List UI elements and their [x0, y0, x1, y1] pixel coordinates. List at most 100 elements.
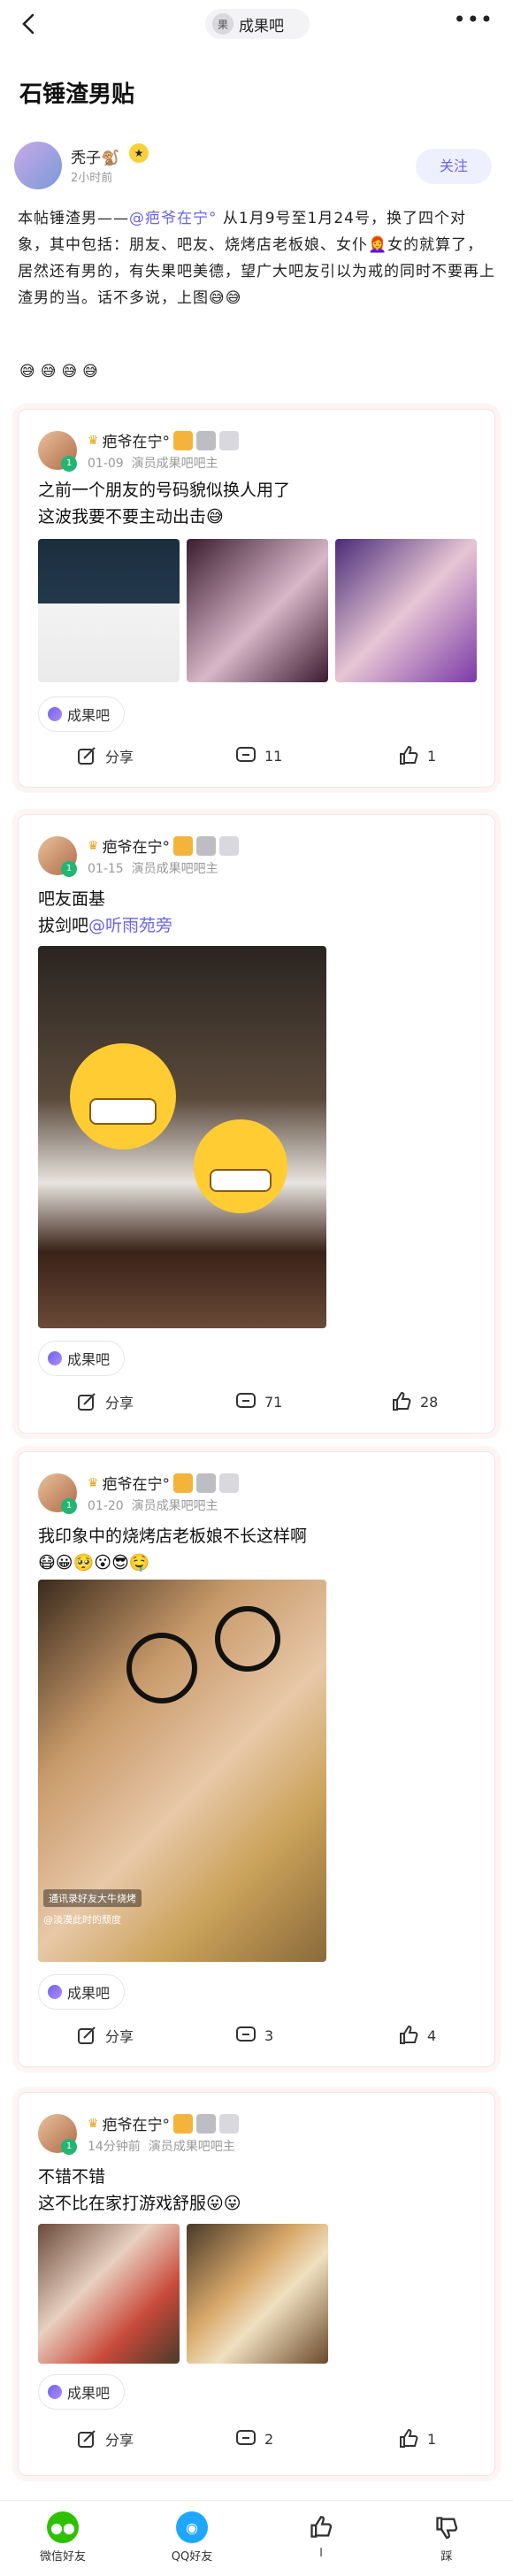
forum-tag-label: 成果吧	[67, 707, 111, 724]
glasses-shape	[126, 1633, 197, 1703]
grin-emoji-icon	[194, 1119, 287, 1213]
reply-date: 01-15	[88, 862, 124, 876]
share-label: 分享	[105, 1395, 134, 1411]
reply-text: 拔剑吧	[38, 916, 89, 935]
post-emoji-row: 😅😅😅😅	[19, 363, 103, 381]
dislike-button[interactable]: 踩	[398, 2501, 495, 2576]
like-button[interactable]: 1	[397, 744, 436, 767]
reply-image[interactable]: 通讯录好友大牛烧烤 @淡漠此时的颓度	[38, 1580, 326, 1962]
reply-mention[interactable]: @听雨苑旁	[88, 916, 172, 935]
reply-date: 14分钟前	[88, 2140, 141, 2154]
comment-icon	[234, 2024, 257, 2047]
reply-meta: 14分钟前 演员成果吧吧主	[88, 2137, 235, 2155]
comment-button[interactable]: 71	[234, 1390, 282, 1413]
reply-text-line: 不错不错	[38, 2167, 106, 2187]
post-body: 本帖锤渣男——@疤爷在宁° 从1月9号至1月24号，换了四个对象，其中包括：朋友…	[18, 205, 495, 311]
comment-icon	[234, 1390, 257, 1413]
reply-author-name[interactable]: 疤爷在宁°	[103, 834, 171, 857]
reply-author-name[interactable]: 疤爷在宁°	[103, 2112, 171, 2134]
comment-count: 11	[264, 747, 283, 765]
reply-image[interactable]	[187, 2224, 328, 2364]
reply-text: 我印象中的烧烤店老板娘不长这样啊 😷😀🥺😮😎🤤	[38, 1523, 307, 1576]
reply-image[interactable]	[187, 539, 328, 682]
badge-icon	[196, 430, 217, 450]
back-arrow-icon[interactable]	[16, 11, 42, 37]
bottom-like-button[interactable]: l	[272, 2501, 370, 2576]
reply-avatar[interactable]: 1	[38, 836, 77, 877]
like-button[interactable]: 4	[397, 2024, 436, 2047]
reply-meta: 01-09 演员成果吧吧主	[88, 454, 218, 472]
forum-avatar-icon: 果	[212, 13, 234, 35]
reply-date: 01-09	[88, 457, 124, 471]
share-qq-label: QQ好友	[171, 2550, 213, 2564]
reply-role: 演员成果吧吧主	[148, 2140, 235, 2154]
reply-name-row: ♛ 疤爷在宁°	[88, 2112, 240, 2134]
like-count: 4	[427, 2026, 437, 2044]
share-qq-button[interactable]: ◉ QQ好友	[143, 2501, 241, 2576]
forum-tag[interactable]: 成果吧	[38, 1974, 126, 2010]
more-options-icon[interactable]: •••	[454, 7, 494, 32]
comment-button[interactable]: 2	[234, 2427, 273, 2450]
reply-actions: 分享 2 1	[19, 2427, 496, 2463]
share-button[interactable]: 分享	[75, 2427, 134, 2450]
level-badge-icon: 1	[61, 861, 77, 877]
reply-avatar[interactable]: 1	[38, 1473, 77, 1514]
reply-role: 演员成果吧吧主	[131, 1499, 218, 1513]
share-button[interactable]: 分享	[75, 744, 134, 767]
reply-text-line: 我印象中的烧烤店老板娘不长这样啊	[38, 1526, 308, 1546]
forum-entry-button[interactable]: 果 成果吧	[205, 9, 310, 39]
reply-role: 演员成果吧吧主	[131, 862, 218, 876]
reply-image[interactable]	[335, 539, 477, 682]
reply-avatar[interactable]: 1	[38, 431, 77, 472]
like-count: 1	[427, 2430, 437, 2448]
post-body-text: 本帖锤渣男——	[18, 210, 129, 227]
level-badge-icon: 1	[61, 456, 77, 472]
forum-tag[interactable]: 成果吧	[38, 2374, 126, 2410]
badge-icon	[219, 835, 240, 856]
share-button[interactable]: 分享	[75, 1390, 134, 1413]
crown-icon: ♛	[88, 433, 99, 448]
comment-count: 2	[264, 2430, 274, 2448]
share-icon	[75, 744, 98, 767]
reply-author-name[interactable]: 疤爷在宁°	[103, 429, 171, 451]
top-bar: 果 成果吧 •••	[0, 0, 513, 51]
share-button[interactable]: 分享	[75, 2024, 134, 2047]
author-name[interactable]: 秃子🐒	[71, 145, 119, 167]
reply-image[interactable]	[38, 539, 180, 682]
like-button[interactable]: 28	[390, 1390, 438, 1413]
reply-text-line: 这不比在家打游戏舒服😛😛	[38, 2194, 241, 2213]
reply-image[interactable]	[38, 2224, 180, 2364]
share-wechat-button[interactable]: ●● 微信好友	[14, 2501, 111, 2576]
dislike-label: 踩	[440, 2550, 453, 2564]
comment-button[interactable]: 3	[234, 2024, 273, 2047]
reply-text-line: 吧友面基	[38, 889, 106, 909]
share-wechat-label: 微信好友	[39, 2550, 86, 2564]
forum-tag-icon	[48, 1985, 62, 1999]
follow-button[interactable]: 关注	[416, 149, 492, 184]
comment-icon	[234, 2427, 257, 2450]
level-badge-icon: 1	[61, 2139, 77, 2155]
reply-actions: 分享 71 28	[19, 1390, 496, 1426]
share-label: 分享	[105, 2028, 134, 2045]
post-body-mention[interactable]: @疤爷在宁°	[129, 210, 218, 227]
post-time: 2小时前	[71, 172, 113, 185]
author-avatar[interactable]	[14, 142, 62, 189]
comment-count: 71	[264, 1393, 283, 1411]
image-caption: 通讯录好友大牛烧烤	[43, 1889, 142, 1907]
forum-tag[interactable]: 成果吧	[38, 1341, 126, 1376]
bottom-share-bar: ●● 微信好友 ◉ QQ好友 l 踩	[0, 2500, 513, 2576]
forum-tag[interactable]: 成果吧	[38, 696, 126, 732]
grin-emoji-icon	[70, 1043, 176, 1150]
thumbs-up-icon	[390, 1390, 413, 1413]
reply-author-name[interactable]: 疤爷在宁°	[103, 1472, 171, 1494]
reply-avatar[interactable]: 1	[38, 2114, 77, 2155]
like-button[interactable]: 1	[397, 2427, 436, 2450]
reply-text-line: 拔剑吧@听雨苑旁	[38, 912, 172, 939]
reply-image[interactable]	[38, 946, 326, 1328]
reply-actions: 分享 11 1	[19, 744, 496, 780]
reply-name-row: ♛ 疤爷在宁°	[88, 429, 240, 451]
comment-button[interactable]: 11	[234, 744, 282, 767]
image-caption-bar: 通讯录好友大牛烧烤 @淡漠此时的颓度	[43, 1889, 142, 1926]
crown-icon: ♛	[88, 2116, 99, 2131]
badge-icon	[196, 2113, 217, 2134]
